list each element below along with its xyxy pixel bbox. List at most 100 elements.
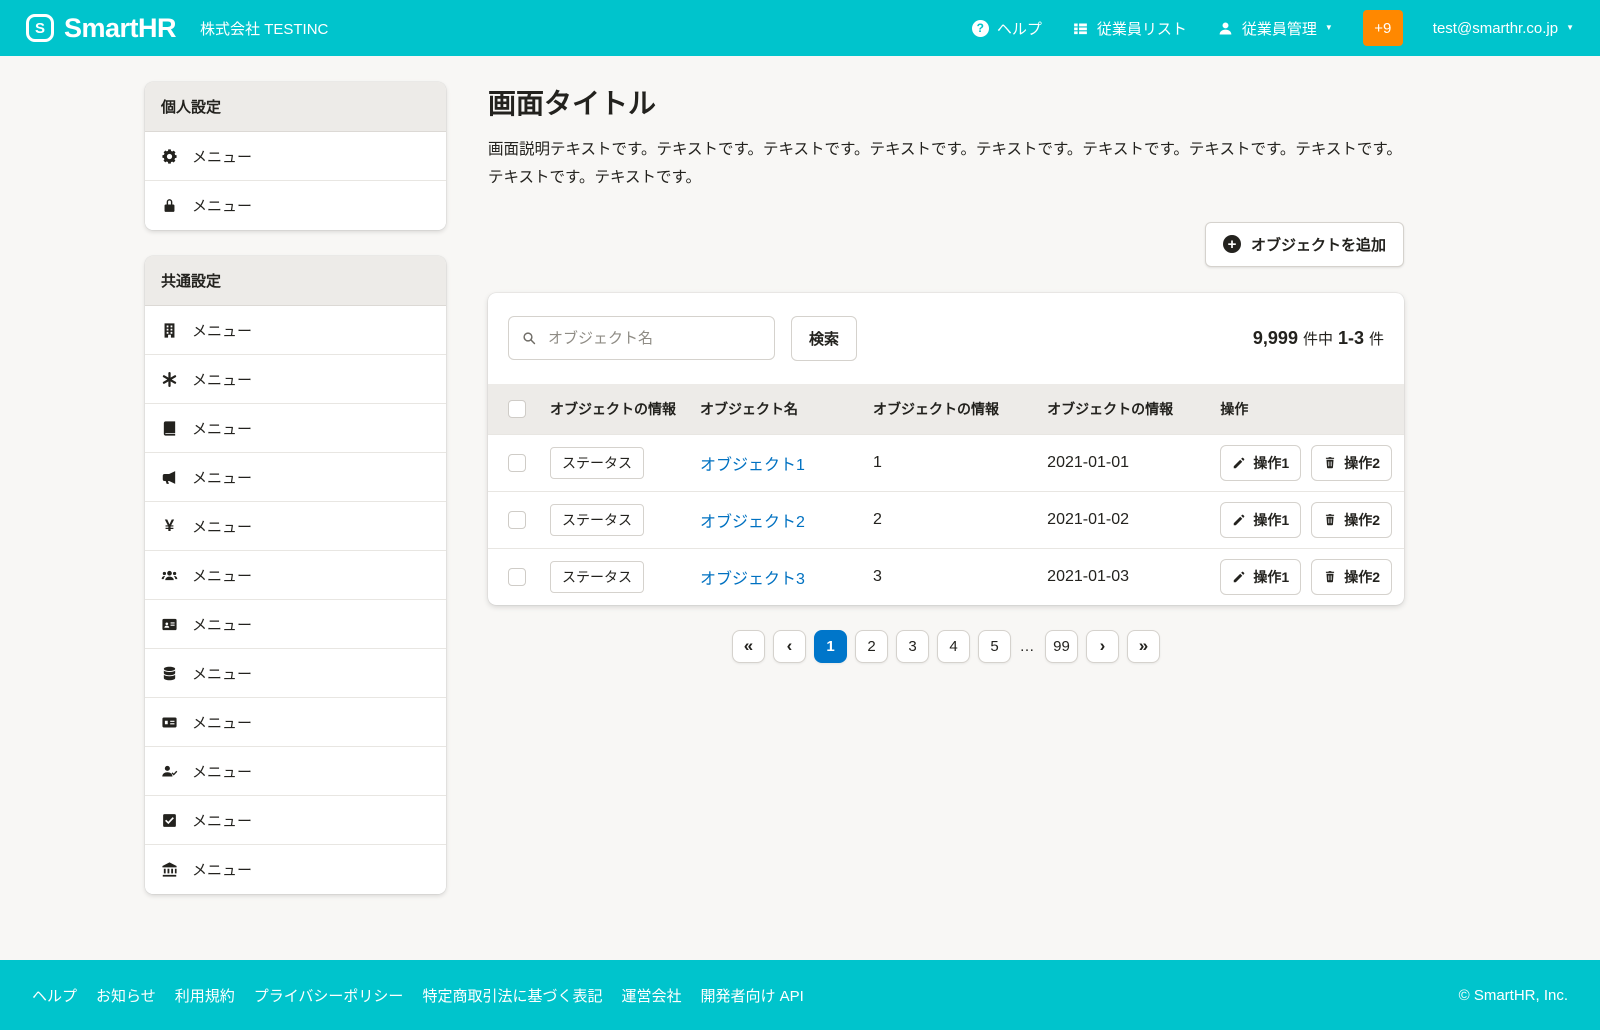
pagination: « ‹ 1 2 3 4 5 … 99 › »: [488, 630, 1404, 663]
page-button-5[interactable]: 5: [978, 630, 1011, 663]
footer-links: ヘルプ お知らせ 利用規約 プライバシーポリシー 特定商取引法に基づく表記 運営…: [32, 985, 804, 1006]
plus-circle-icon: +: [1223, 235, 1241, 253]
sidebar-item-book-menu[interactable]: メニュー: [145, 404, 446, 453]
result-count-suffix: 件: [1369, 328, 1384, 349]
lock-icon: [161, 197, 178, 214]
edit-action-label: 操作1: [1253, 510, 1289, 530]
sidebar-item-bullhorn-menu[interactable]: メニュー: [145, 453, 446, 502]
sidebar-item-label: メニュー: [192, 516, 252, 537]
page-button-99[interactable]: 99: [1045, 630, 1078, 663]
delete-action-button[interactable]: 操作2: [1311, 445, 1392, 481]
sidebar-item-label: メニュー: [192, 663, 252, 684]
pencil-icon: [1232, 456, 1246, 470]
sidebar-item-building-menu[interactable]: メニュー: [145, 306, 446, 355]
object-link[interactable]: オブジェクト3: [700, 571, 805, 588]
page-button-3[interactable]: 3: [896, 630, 929, 663]
sidebar-item-label: メニュー: [192, 146, 252, 167]
asterisk-icon: [161, 371, 178, 388]
smarthr-logo[interactable]: S SmartHR: [26, 13, 176, 44]
page-button-2[interactable]: 2: [855, 630, 888, 663]
page-button-4[interactable]: 4: [937, 630, 970, 663]
delete-action-label: 操作2: [1344, 510, 1380, 530]
sidebar-item-label: メニュー: [192, 418, 252, 439]
sidebar-item-label: メニュー: [192, 859, 252, 880]
building-icon: [161, 322, 178, 339]
notification-badge[interactable]: +9: [1363, 10, 1403, 46]
result-count-middle: 件中: [1303, 328, 1333, 349]
last-page-button[interactable]: »: [1127, 630, 1160, 663]
trash-icon: [1323, 570, 1337, 584]
table-row: ステータス オブジェクト1 1 2021-01-01 操作1: [488, 434, 1404, 491]
nav-help[interactable]: ? ヘルプ: [972, 18, 1042, 39]
column-header: オブジェクトの情報: [538, 384, 688, 435]
object-link[interactable]: オブジェクト1: [700, 457, 805, 474]
status-badge: ステータス: [550, 504, 644, 536]
nav-help-label: ヘルプ: [997, 18, 1042, 39]
object-link[interactable]: オブジェクト2: [700, 514, 805, 531]
sidebar-item-id-card-menu[interactable]: メニュー: [145, 600, 446, 649]
nav-account[interactable]: test@smarthr.co.jp ▼: [1433, 20, 1574, 37]
app-header: S SmartHR 株式会社 TESTINC ? ヘルプ 従業員リスト 従業員管…: [0, 0, 1600, 56]
delete-action-button[interactable]: 操作2: [1311, 559, 1392, 595]
row-checkbox[interactable]: [508, 454, 526, 472]
next-page-button[interactable]: ›: [1086, 630, 1119, 663]
prev-page-button[interactable]: ‹: [773, 630, 806, 663]
row-checkbox[interactable]: [508, 511, 526, 529]
caret-down-icon: ▼: [1325, 24, 1333, 32]
sidebar-item-lock-menu[interactable]: メニュー: [145, 181, 446, 230]
sidebar-item-gear-menu[interactable]: メニュー: [145, 132, 446, 181]
footer-link-privacy[interactable]: プライバシーポリシー: [254, 985, 404, 1006]
edit-action-button[interactable]: 操作1: [1220, 502, 1301, 538]
column-header: オブジェクト名: [688, 384, 861, 435]
sidebar-item-user-check-menu[interactable]: メニュー: [145, 747, 446, 796]
result-range: 1-3: [1338, 328, 1364, 349]
footer-link-company[interactable]: 運営会社: [621, 985, 681, 1006]
sidebar-section-title: 共通設定: [145, 256, 446, 306]
sidebar-item-yen-menu[interactable]: ¥ メニュー: [145, 502, 446, 551]
trash-icon: [1323, 456, 1337, 470]
nav-employee-list[interactable]: 従業員リスト: [1072, 18, 1187, 39]
result-total: 9,999: [1253, 328, 1298, 349]
search-button[interactable]: 検索: [791, 316, 857, 361]
row-actions: 操作1 操作2: [1220, 445, 1392, 481]
edit-action-button[interactable]: 操作1: [1220, 445, 1301, 481]
pagination-ellipsis: …: [1019, 638, 1037, 655]
search-input[interactable]: [546, 329, 762, 348]
footer-link-commerce-law[interactable]: 特定商取引法に基づく表記: [422, 985, 602, 1006]
delete-action-button[interactable]: 操作2: [1311, 502, 1392, 538]
row-actions: 操作1 操作2: [1220, 559, 1392, 595]
sidebar-item-bank-menu[interactable]: メニュー: [145, 845, 446, 894]
users-icon: [161, 567, 178, 584]
header-nav: ? ヘルプ 従業員リスト 従業員管理 ▼ +9 test@smarthr.co.…: [972, 10, 1574, 46]
sidebar-item-asterisk-menu[interactable]: メニュー: [145, 355, 446, 404]
sidebar-item-label: メニュー: [192, 761, 252, 782]
sidebar-item-check-square-menu[interactable]: メニュー: [145, 796, 446, 845]
sidebar-item-users-menu[interactable]: メニュー: [145, 551, 446, 600]
footer-link-help[interactable]: ヘルプ: [32, 985, 77, 1006]
nav-employee-management[interactable]: 従業員管理 ▼: [1217, 18, 1333, 39]
page-button-1[interactable]: 1: [814, 630, 847, 663]
add-object-button[interactable]: + オブジェクトを追加: [1205, 222, 1404, 267]
sidebar-section-title: 個人設定: [145, 82, 446, 132]
footer-link-terms[interactable]: 利用規約: [175, 985, 235, 1006]
main-content: 画面タイトル 画面説明テキストです。テキストです。テキストです。テキストです。テ…: [488, 82, 1404, 688]
book-icon: [161, 420, 178, 437]
column-header: 操作: [1208, 384, 1404, 435]
list-icon: [1072, 20, 1089, 37]
edit-action-button[interactable]: 操作1: [1220, 559, 1301, 595]
user-check-icon: [161, 763, 178, 780]
bank-icon: [161, 861, 178, 878]
object-table: オブジェクトの情報 オブジェクト名 オブジェクトの情報 オブジェクトの情報 操作…: [488, 384, 1404, 605]
sidebar: 個人設定 メニュー メニュー 共通設定 メニュー メニュー メニュー: [145, 82, 446, 920]
page-layout: 個人設定 メニュー メニュー 共通設定 メニュー メニュー メニュー: [0, 56, 1600, 960]
select-all-checkbox[interactable]: [508, 400, 526, 418]
sidebar-item-money-check-menu[interactable]: メニュー: [145, 698, 446, 747]
row-checkbox[interactable]: [508, 568, 526, 586]
sidebar-item-label: メニュー: [192, 320, 252, 341]
sidebar-item-database-menu[interactable]: メニュー: [145, 649, 446, 698]
first-page-button[interactable]: «: [732, 630, 765, 663]
smarthr-logo-mark-icon: S: [26, 14, 54, 42]
footer-link-news[interactable]: お知らせ: [96, 985, 156, 1006]
footer-link-developer-api[interactable]: 開発者向け API: [700, 985, 803, 1006]
nav-employee-list-label: 従業員リスト: [1097, 18, 1187, 39]
